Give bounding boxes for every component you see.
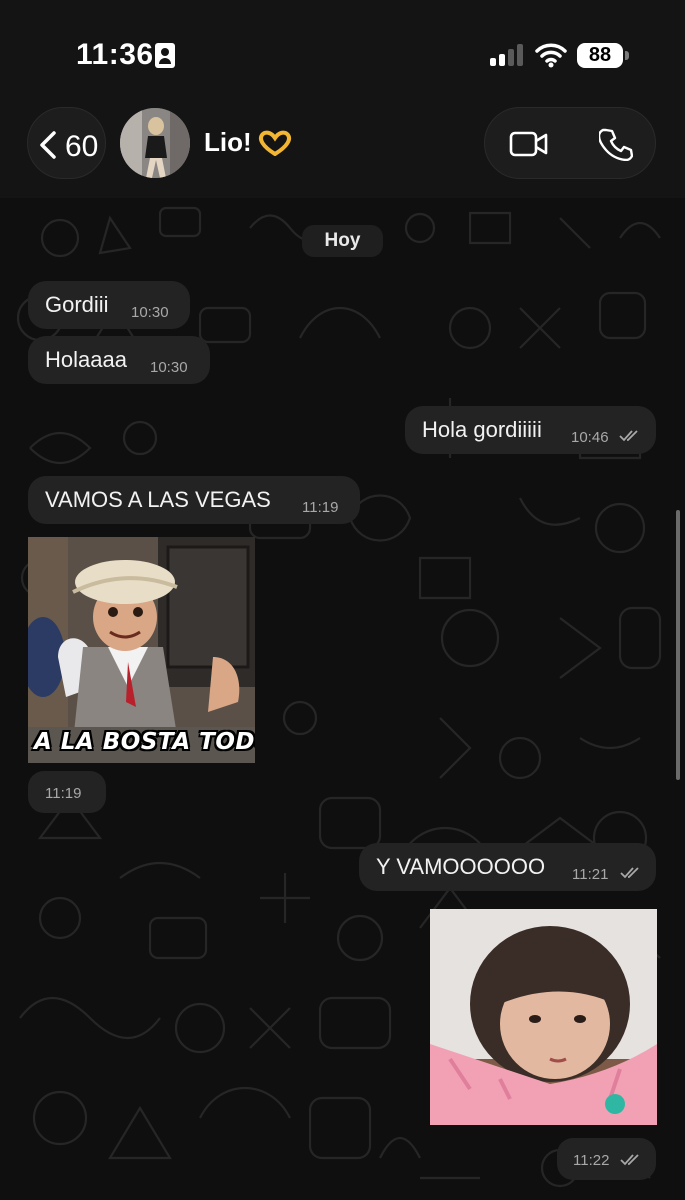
status-time: 11:36 xyxy=(76,38,154,71)
sticker-caption: A LA BOSTA TODO.. xyxy=(34,729,255,755)
chat-header: 60 Lio! xyxy=(0,100,685,198)
call-actions xyxy=(484,107,656,179)
contact-name[interactable]: Lio! xyxy=(204,127,252,158)
double-check-icon xyxy=(620,867,639,879)
date-separator: Hoy xyxy=(302,225,383,257)
heart-hands-icon xyxy=(258,130,292,156)
message-text: Holaaaa xyxy=(45,347,127,372)
unread-count: 60 xyxy=(65,130,99,163)
message-text: Hola gordiiiii xyxy=(422,417,542,442)
message-bubble-incoming[interactable]: VAMOS A LAS VEGAS 11:19 xyxy=(28,476,360,524)
status-bar: 11:36 88 xyxy=(0,0,685,100)
double-check-icon xyxy=(620,1154,639,1166)
message-bubble-incoming[interactable]: Gordiii 10:30 xyxy=(28,281,190,329)
message-bubble-outgoing[interactable]: Hola gordiiiii 10:46 xyxy=(405,406,656,454)
sticker-timestamp: 11:19 xyxy=(28,771,106,813)
battery-cap xyxy=(625,51,629,60)
battery-indicator: 88 xyxy=(577,43,623,68)
back-button[interactable]: 60 xyxy=(27,107,106,179)
message-time: 11:22 xyxy=(573,1152,610,1169)
message-text: Gordiii xyxy=(45,292,109,317)
sticker-image[interactable]: A LA BOSTA TODO.. xyxy=(28,537,255,763)
video-call-icon[interactable] xyxy=(509,130,549,158)
message-time: 10:46 xyxy=(571,429,609,446)
message-text: Y VAMOOOOOO xyxy=(376,854,546,879)
double-check-icon xyxy=(619,430,638,442)
contact-card-icon xyxy=(155,43,175,68)
message-time: 11:21 xyxy=(572,866,609,883)
message-time: 11:19 xyxy=(45,785,82,802)
chevron-left-icon xyxy=(40,131,56,159)
message-time: 10:30 xyxy=(150,359,188,376)
sticker-image[interactable] xyxy=(430,909,657,1125)
sticker-timestamp: 11:22 xyxy=(557,1138,656,1180)
contact-avatar[interactable] xyxy=(120,108,190,178)
message-time: 10:30 xyxy=(131,304,169,321)
message-bubble-incoming[interactable]: Holaaaa 10:30 xyxy=(28,336,210,384)
message-bubble-outgoing[interactable]: Y VAMOOOOOO 11:21 xyxy=(359,843,656,891)
wifi-icon xyxy=(535,43,567,68)
message-text: VAMOS A LAS VEGAS xyxy=(45,487,271,512)
message-time: 11:19 xyxy=(302,499,339,516)
cellular-signal-icon xyxy=(490,44,524,66)
phone-call-icon[interactable] xyxy=(599,127,633,161)
scrollbar[interactable] xyxy=(676,510,680,780)
